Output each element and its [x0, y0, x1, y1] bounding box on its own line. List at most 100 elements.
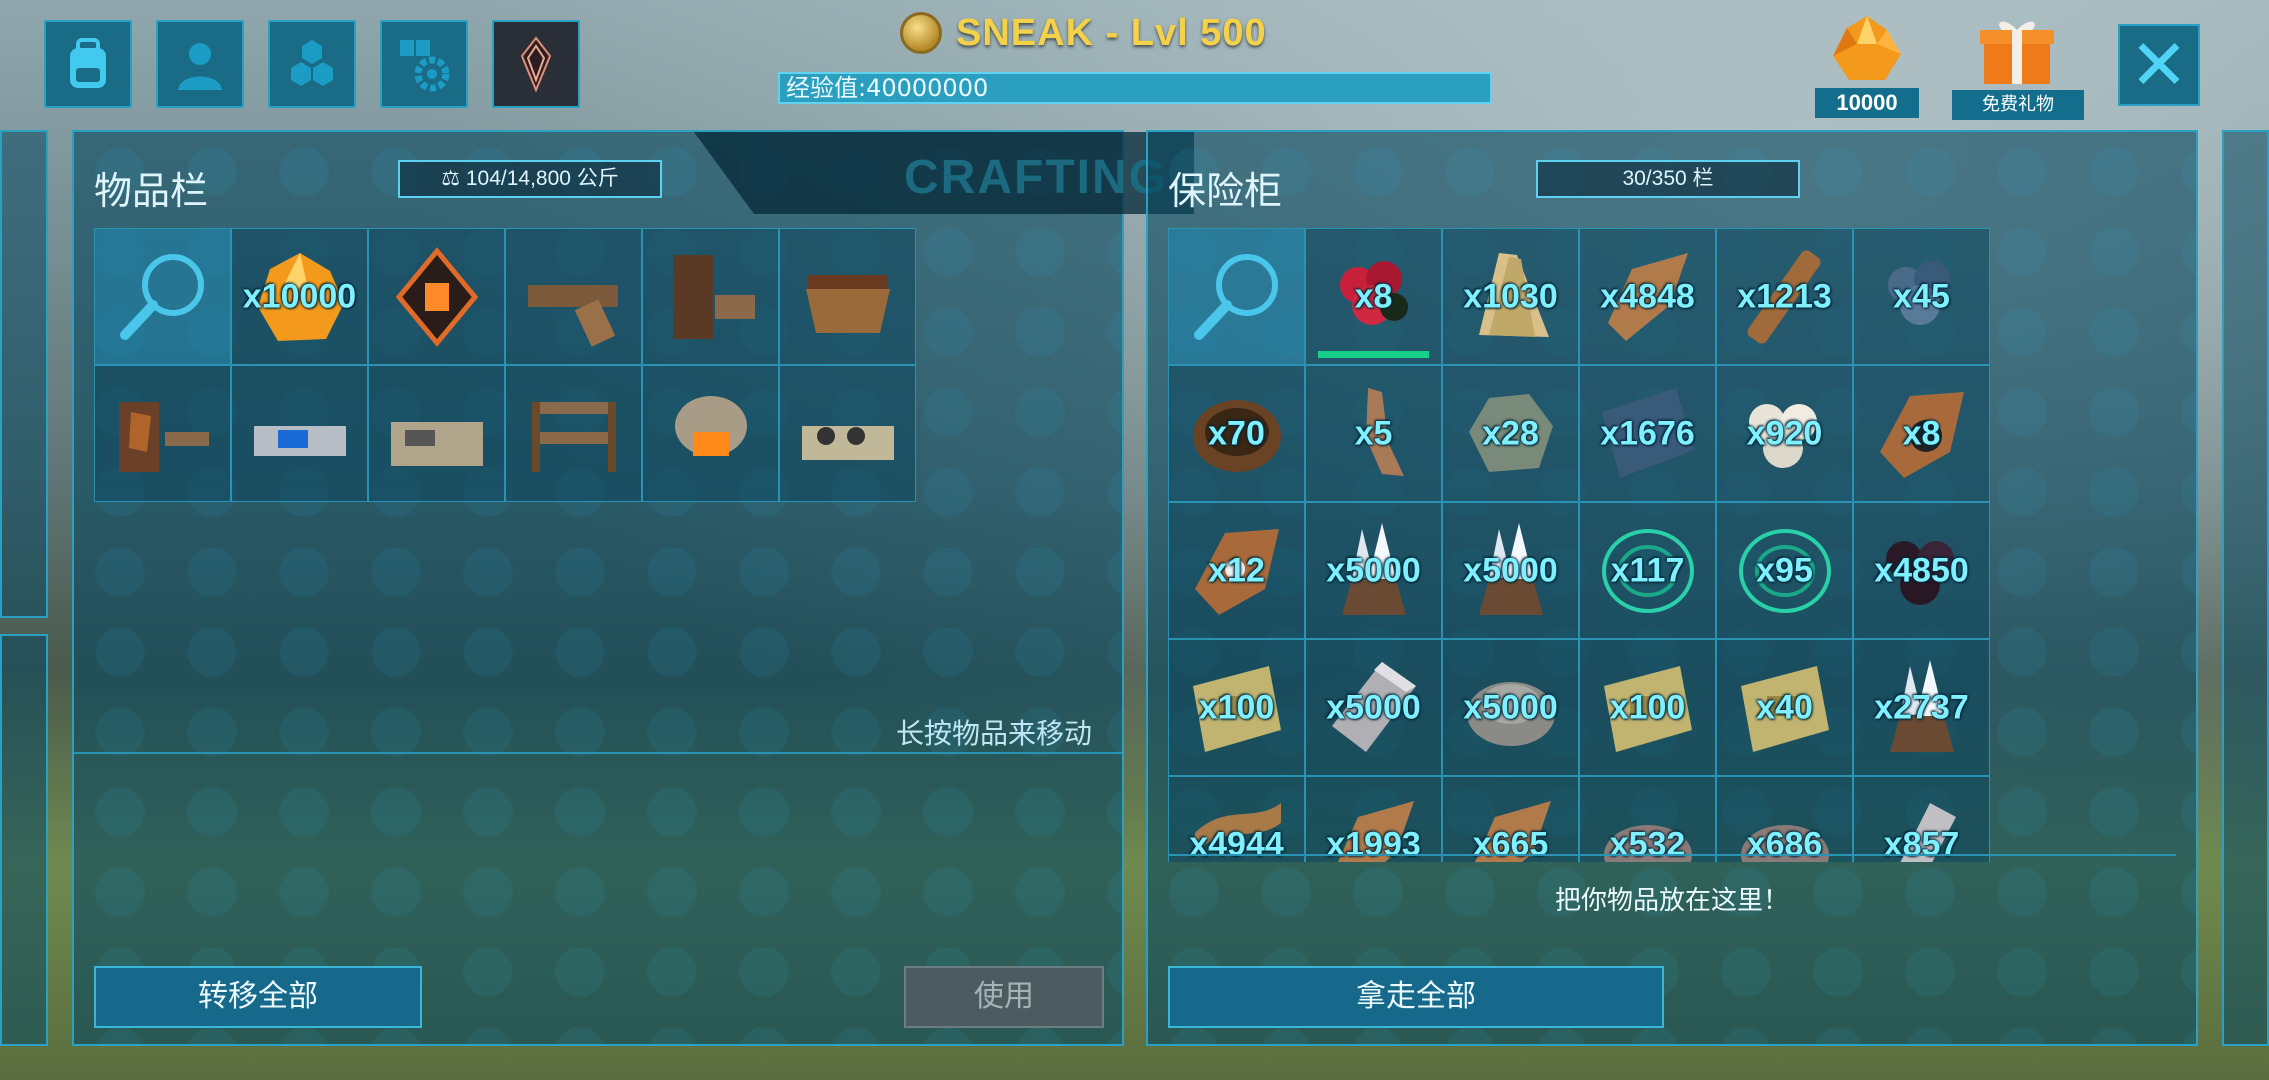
inventory-item-slot[interactable] — [368, 365, 505, 502]
inventory-item-slot[interactable] — [231, 365, 368, 502]
item-quantity: x857 — [1883, 825, 1960, 862]
item-quantity: x45 — [1893, 277, 1950, 315]
vault-item-slot[interactable]: x920 — [1716, 365, 1853, 502]
bookshelf-icon — [673, 255, 755, 339]
vault-item-slot[interactable]: x1030 — [1442, 228, 1579, 365]
vault-scroll[interactable]: x8 x1030 x4848 x1213 x45 x70 x5 x28 x1676 x920 x8 x… — [1168, 228, 1998, 862]
inventory-grid: x10000 — [94, 228, 916, 502]
vault-item-slot[interactable]: x4850 — [1853, 502, 1990, 639]
currency-display[interactable]: 10000 — [1815, 14, 1919, 118]
vault-item-slot[interactable]: x1993 — [1305, 776, 1442, 862]
vault-item-slot[interactable]: x1213 — [1716, 228, 1853, 365]
item-quantity: x28 — [1482, 414, 1539, 452]
vault-title: 保险柜 — [1168, 169, 1283, 213]
free-gift-button[interactable]: 免费礼物 — [1952, 14, 2084, 120]
player-title: SNEAK - Lvl 500 — [956, 11, 1267, 54]
vault-item-slot[interactable]: x665 — [1442, 776, 1579, 862]
divider — [74, 752, 1122, 754]
vault-item-slot[interactable]: x117 — [1579, 502, 1716, 639]
player-header: SNEAK - Lvl 500 — [900, 8, 1267, 58]
inventory-search-button[interactable] — [94, 228, 231, 365]
character-icon — [178, 43, 222, 90]
item-quantity: x117 — [1610, 551, 1685, 589]
vault-item-slot[interactable]: x8 — [1853, 365, 1990, 502]
weight-counter: ⚖ 104/14,800 公斤 — [398, 160, 662, 198]
vault-item-slot[interactable]: x5000 — [1305, 639, 1442, 776]
vault-item-slot[interactable]: x1676 — [1579, 365, 1716, 502]
vault-item-slot[interactable]: x5 — [1305, 365, 1442, 502]
item-quantity: x70 — [1208, 414, 1265, 452]
vault-item-slot[interactable]: x12 — [1168, 502, 1305, 639]
item-quantity: x40 — [1756, 688, 1813, 726]
item-quantity: x100 — [1198, 688, 1275, 726]
search-icon — [1194, 254, 1278, 340]
industrial-cooker-icon — [802, 426, 894, 460]
vault-item-slot[interactable]: x95 — [1716, 502, 1853, 639]
vault-item-slot[interactable]: x5000 — [1305, 502, 1442, 639]
currency-value: 10000 — [1815, 88, 1919, 118]
xp-bar: 经验值:40000000 — [778, 72, 1492, 104]
vault-item-slot[interactable]: x4848 — [1579, 228, 1716, 365]
tek-implant-icon — [395, 247, 479, 347]
smithy-icon — [528, 285, 618, 347]
settings-icon — [400, 40, 450, 92]
item-quantity: x95 — [1756, 551, 1813, 589]
item-quantity: x100 — [1609, 688, 1686, 726]
inventory-item-slot[interactable] — [505, 228, 642, 365]
transfer-all-button[interactable]: 转移全部 — [94, 966, 422, 1028]
gift-label: 免费礼物 — [1952, 90, 2084, 120]
item-quantity: x5000 — [1326, 551, 1421, 589]
shelf-icon — [532, 402, 616, 472]
tribe-tab-button[interactable] — [492, 20, 580, 108]
inventory-item-slot[interactable] — [779, 365, 916, 502]
vault-item-slot[interactable]: x532 — [1579, 776, 1716, 862]
vault-item-slot[interactable]: x45 — [1853, 228, 1990, 365]
gift-icon — [1980, 21, 2054, 84]
vault-panel: 保险柜 30/350 栏 x8 x1030 x4848 x1213 x45 x70 x5 x2… — [1146, 130, 2198, 1046]
item-quantity: x686 — [1746, 825, 1823, 862]
item-quantity: x5000 — [1326, 688, 1421, 726]
close-button[interactable]: ✕ — [2118, 24, 2200, 106]
vault-item-slot[interactable]: x5000 — [1442, 502, 1579, 639]
tanning-rack-icon — [119, 402, 209, 472]
vault-item-slot[interactable]: x686 — [1716, 776, 1853, 862]
vault-item-slot[interactable]: x70 — [1168, 365, 1305, 502]
inventory-item-slot[interactable] — [779, 228, 916, 365]
inventory-panel: 物品栏 ⚖ 104/14,800 公斤 CRAFTING x10000 长按物品… — [72, 130, 1194, 1046]
inventory-item-slot[interactable] — [642, 228, 779, 365]
vault-item-slot[interactable]: x4944 — [1168, 776, 1305, 862]
inventory-item-slot[interactable] — [505, 365, 642, 502]
inventory-item-slot[interactable]: x10000 — [231, 228, 368, 365]
backpack-tab-button[interactable] — [44, 20, 132, 108]
vault-item-slot[interactable]: x100 — [1168, 639, 1305, 776]
drop-hint: 把你物品放在这里！ — [1554, 886, 1789, 916]
use-button[interactable]: 使用 — [904, 966, 1104, 1028]
left-side-panel-lower — [0, 634, 48, 1046]
item-quantity: x10000 — [242, 277, 357, 315]
crafting-tab[interactable]: CRAFTING — [694, 132, 1194, 214]
vault-grid: x8 x1030 x4848 x1213 x45 x70 x5 x28 x1676 x920 x8 x… — [1168, 228, 1990, 862]
settings-tab-button[interactable] — [380, 20, 468, 108]
xp-label: 经验值:40000000 — [786, 74, 989, 102]
item-quantity: x5000 — [1463, 688, 1558, 726]
vault-item-slot[interactable]: x2737 — [1853, 639, 1990, 776]
inventory-item-slot[interactable] — [94, 365, 231, 502]
chemistry-bench-icon — [254, 426, 346, 456]
inventory-item-slot[interactable] — [368, 228, 505, 365]
vault-item-slot[interactable]: x100 — [1579, 639, 1716, 776]
take-all-button[interactable]: 拿走全部 — [1168, 966, 1664, 1028]
vault-item-slot[interactable]: x28 — [1442, 365, 1579, 502]
element-crystal-icon — [1833, 16, 1901, 80]
left-side-panel — [0, 130, 48, 618]
vault-search-button[interactable] — [1168, 228, 1305, 365]
item-quantity: x4848 — [1600, 277, 1695, 315]
vault-item-slot[interactable]: x40 — [1716, 639, 1853, 776]
character-tab-button[interactable] — [156, 20, 244, 108]
engrams-tab-button[interactable] — [268, 20, 356, 108]
inventory-item-slot[interactable] — [642, 365, 779, 502]
vault-item-slot[interactable]: x8 — [1305, 228, 1442, 365]
vault-item-slot[interactable]: x857 — [1853, 776, 1990, 862]
vault-item-slot[interactable]: x5000 — [1442, 639, 1579, 776]
close-icon: ✕ — [2129, 26, 2189, 104]
item-quantity: x1213 — [1737, 277, 1832, 315]
